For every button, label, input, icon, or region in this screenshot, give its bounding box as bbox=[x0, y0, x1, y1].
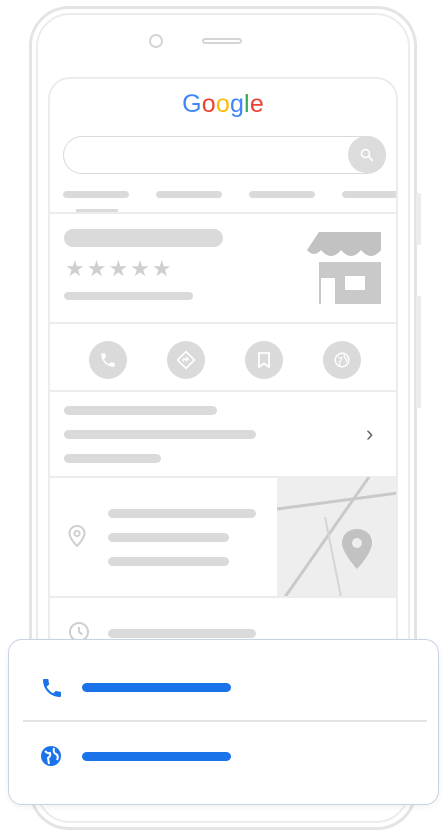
storefront-icon bbox=[307, 232, 381, 304]
logo-letter: o bbox=[201, 90, 216, 118]
map-thumbnail[interactable] bbox=[277, 477, 396, 597]
front-camera bbox=[149, 34, 163, 48]
description-line bbox=[64, 430, 256, 439]
tab-all[interactable] bbox=[63, 191, 129, 198]
call-action-button[interactable] bbox=[89, 341, 127, 379]
map-icon bbox=[277, 477, 396, 597]
description-line bbox=[64, 454, 161, 463]
divider bbox=[50, 212, 396, 214]
save-action-button[interactable] bbox=[245, 341, 283, 379]
chevron-right-icon[interactable]: › bbox=[366, 421, 373, 447]
address-line bbox=[108, 557, 229, 566]
logo-letter: e bbox=[249, 90, 264, 118]
directions-icon bbox=[176, 350, 196, 370]
description-line bbox=[64, 406, 217, 415]
card-divider bbox=[23, 720, 427, 722]
address-line bbox=[108, 533, 229, 542]
phone-number-placeholder[interactable] bbox=[82, 683, 231, 692]
address-line bbox=[108, 509, 256, 518]
logo-letter: g bbox=[229, 90, 245, 118]
logo-letter: o bbox=[215, 90, 230, 118]
location-pin-icon bbox=[68, 525, 86, 547]
globe-icon bbox=[41, 746, 61, 766]
speaker-grille bbox=[202, 38, 242, 44]
divider bbox=[50, 322, 396, 324]
business-category-placeholder bbox=[64, 292, 193, 300]
search-input[interactable] bbox=[63, 136, 386, 174]
tab-maps[interactable] bbox=[249, 191, 315, 198]
business-name-placeholder bbox=[64, 229, 223, 247]
divider bbox=[50, 596, 396, 598]
phone-icon bbox=[43, 679, 61, 697]
phone-icon bbox=[101, 353, 115, 367]
volume-button bbox=[416, 193, 421, 245]
hours-line bbox=[108, 629, 256, 638]
website-action-button[interactable] bbox=[323, 341, 361, 379]
rating-stars: ★★★★★ bbox=[65, 256, 174, 281]
phone-screen: Google ★★★★★ › bbox=[48, 77, 398, 647]
tab-more[interactable] bbox=[342, 191, 396, 198]
search-button[interactable] bbox=[348, 136, 386, 173]
bookmark-icon bbox=[258, 352, 270, 368]
logo-letter: G bbox=[182, 90, 202, 118]
contact-info-card bbox=[8, 639, 439, 805]
tab-images[interactable] bbox=[156, 191, 222, 198]
website-link-placeholder[interactable] bbox=[82, 752, 231, 761]
power-button bbox=[416, 296, 421, 408]
globe-icon bbox=[334, 352, 350, 368]
divider bbox=[50, 390, 396, 392]
google-logo: Google bbox=[50, 90, 396, 119]
directions-action-button[interactable] bbox=[167, 341, 205, 379]
search-icon bbox=[360, 148, 374, 161]
